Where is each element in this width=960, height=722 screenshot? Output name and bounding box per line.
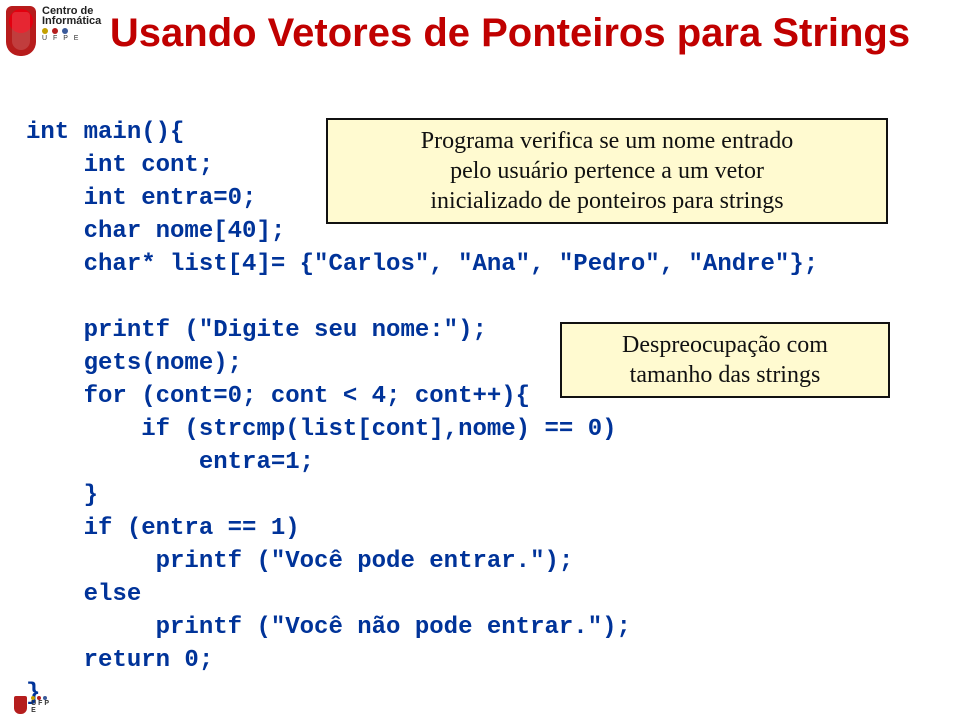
shield-icon [14,696,27,714]
logo-bottom: U F P E [14,686,54,714]
code-line: return 0; [26,647,213,674]
code-line: if (strcmp(list[cont],nome) == 0) [26,416,617,443]
code-line: int main(){ [26,119,184,146]
callout-line: Despreocupação com [576,330,874,360]
code-line: if (entra == 1) [26,515,300,542]
code-line: gets(nome); [26,350,242,377]
code-line: int cont; [26,152,213,179]
slide-title: Usando Vetores de Ponteiros para Strings [0,0,960,56]
code-line: else [26,581,141,608]
code-line: int entra=0; [26,185,256,212]
callout-line: pelo usuário pertence a um vetor [342,156,872,186]
code-line: char* list[4]= {"Carlos", "Ana", "Pedro"… [26,251,818,278]
code-line: for (cont=0; cont < 4; cont++){ [26,383,530,410]
code-line: printf ("Você não pode entrar."); [26,614,631,641]
callout-line: Programa verifica se um nome entrado [342,126,872,156]
callout-string-size: Despreocupação com tamanho das strings [560,322,890,398]
callout-line: tamanho das strings [576,360,874,390]
code-line: char nome[40]; [26,218,285,245]
code-line: printf ("Você pode entrar."); [26,548,573,575]
mini-logo-text: U F P E [31,694,54,714]
callout-program-description: Programa verifica se um nome entrado pel… [326,118,888,224]
callout-line: inicializado de ponteiros para strings [342,186,872,216]
code-line: entra=1; [26,449,314,476]
code-line: printf ("Digite seu nome:"); [26,317,487,344]
logo-sub-mini: U F P E [31,700,49,714]
code-line: } [26,482,98,509]
